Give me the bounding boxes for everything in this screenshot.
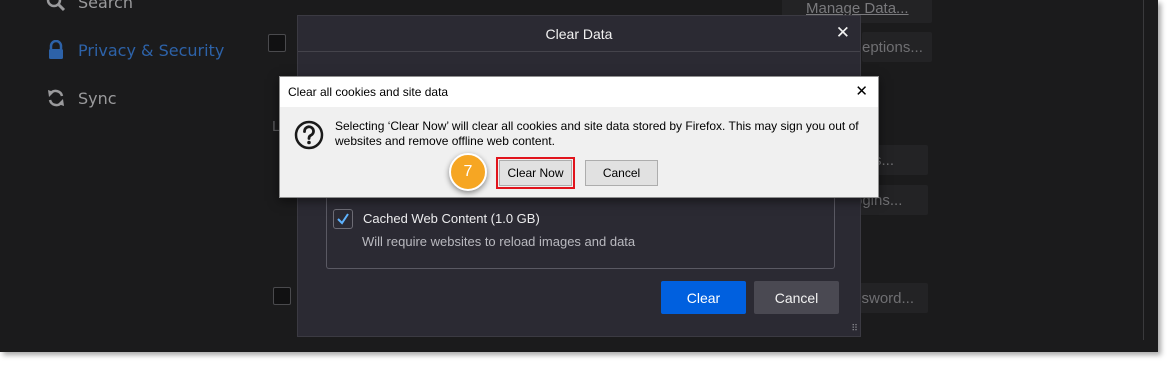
clear-data-dialog-titlebar: Clear Data [298,16,860,52]
exceptions-button[interactable]: eptions... [862,32,932,62]
confirm-dialog-titlebar: Clear all cookies and site data [280,77,878,107]
lock-icon [46,40,66,60]
screenshot-frame: Search Privacy & Security Sync L Manage … [0,0,1158,352]
confirm-cancel-button[interactable]: Cancel [585,160,658,186]
close-icon[interactable]: ✕ [836,23,850,43]
clear-cookies-confirm-dialog: Clear all cookies and site data ✕ Select… [279,76,879,198]
sidebar-item-label: Sync [78,88,117,108]
clear-button[interactable]: Clear [661,281,746,314]
cancel-button[interactable]: Cancel [754,281,839,314]
checkmark-icon [337,213,349,225]
sidebar-item-privacy-security[interactable]: Privacy & Security [46,40,224,60]
step-number-badge: 7 [449,153,487,191]
sidebar-item-sync[interactable]: Sync [46,88,117,108]
resize-grip-icon[interactable]: ⠿ [851,325,858,334]
close-icon[interactable]: ✕ [855,82,868,100]
cached-content-description: Will require websites to reload images a… [362,234,636,249]
question-icon [294,120,324,150]
sidebar-item-label: Privacy & Security [78,40,225,60]
page-border [1143,0,1144,340]
search-icon [46,0,66,12]
background-checkbox[interactable] [273,287,291,305]
dialog-title: Clear Data [545,25,613,42]
confirm-message: Selecting ‘Clear Now’ will clear all coo… [335,119,859,148]
background-checkbox[interactable] [268,34,286,52]
sync-icon [46,88,66,108]
sidebar-item-label: Search [78,0,133,12]
cached-content-checkbox[interactable] [333,209,353,229]
confirm-dialog-title: Clear all cookies and site data [288,85,449,99]
cached-content-label: Cached Web Content (1.0 GB) [363,211,540,226]
sidebar-item-search[interactable]: Search [46,0,133,12]
clear-now-button[interactable]: Clear Now [496,157,575,189]
